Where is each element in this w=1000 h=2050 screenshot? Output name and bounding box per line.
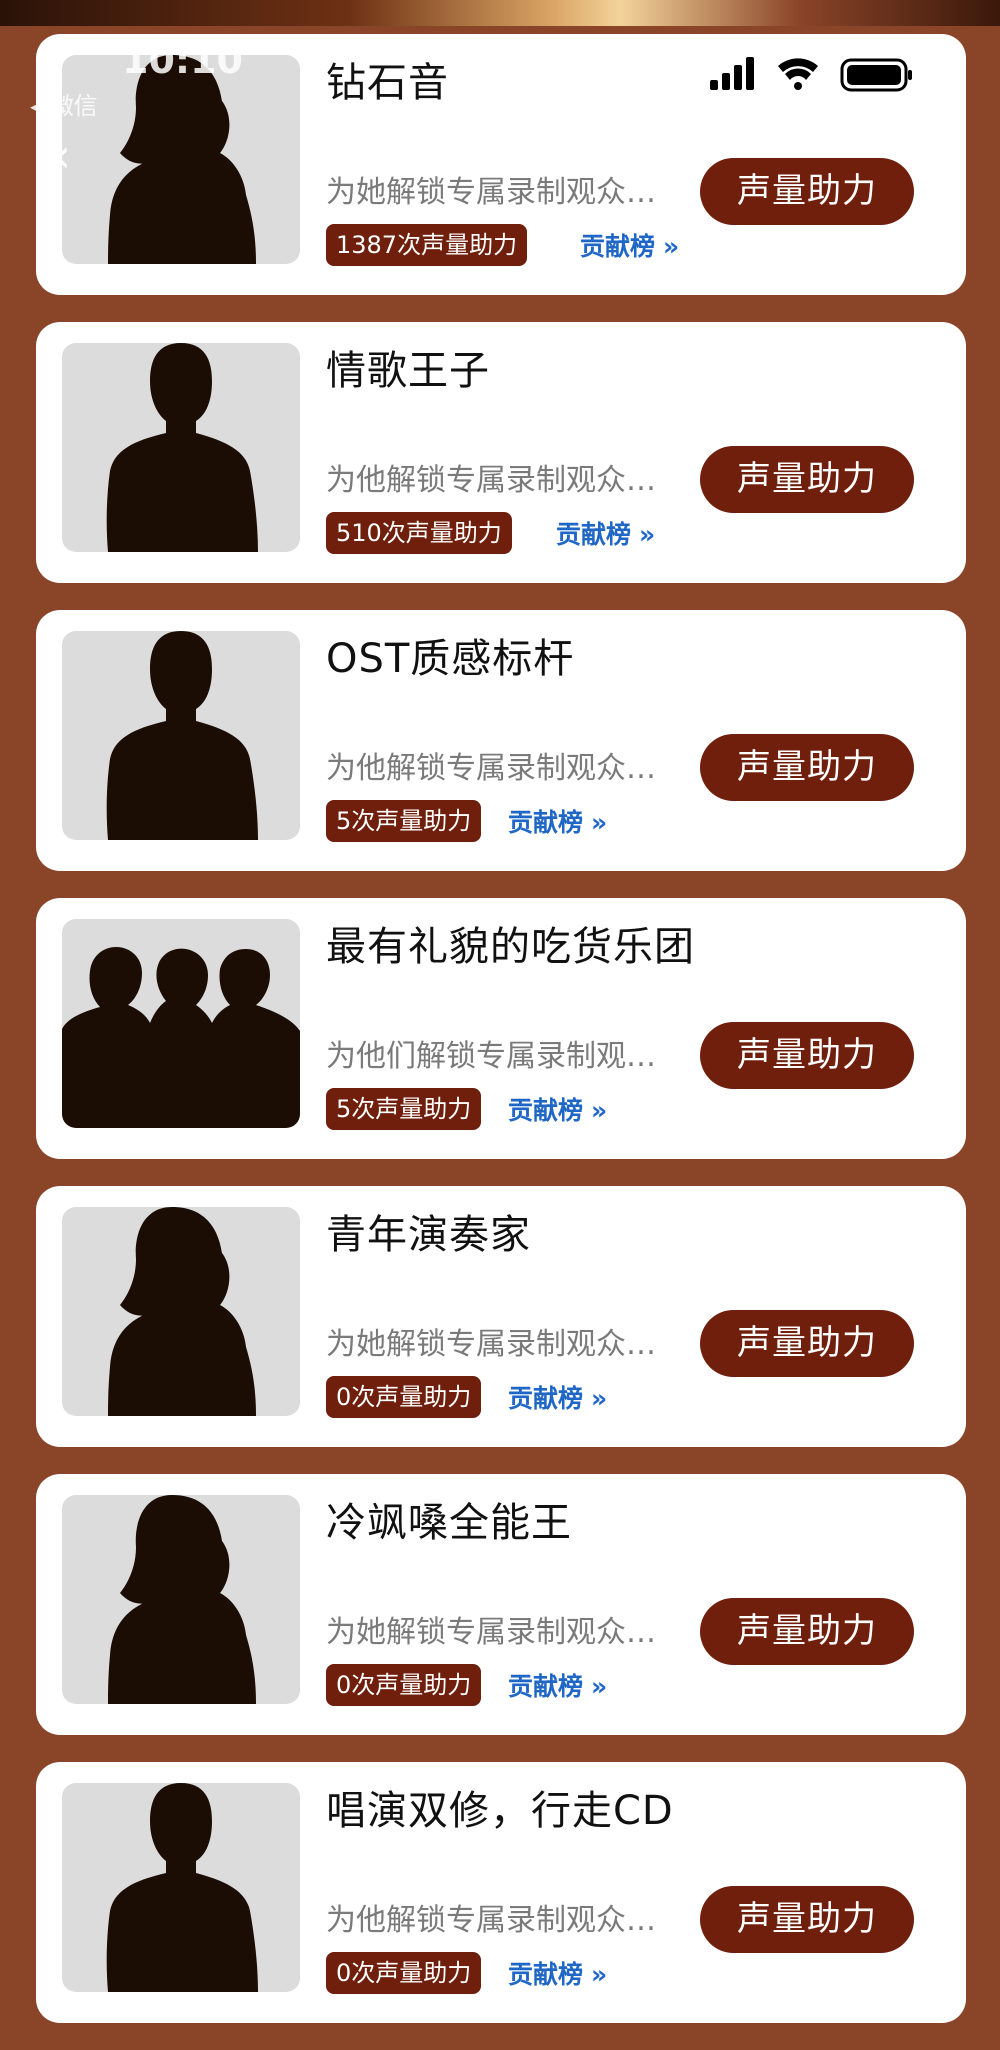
rank-link-label: 贡献榜: [508, 1960, 584, 1989]
avatar-silhouette-icon: [62, 1495, 300, 1704]
card-title: 情歌王子: [326, 348, 490, 394]
avatar-silhouette-icon: [62, 919, 300, 1128]
boost-count-badge: 5次声量助力: [326, 1088, 482, 1130]
double-chevron-right-icon: »: [591, 1960, 608, 1989]
top-glow: [0, 0, 1000, 26]
avatar-silhouette-icon: [62, 1207, 300, 1416]
double-chevron-right-icon: »: [591, 1384, 608, 1413]
rank-link-label: 贡献榜: [508, 1096, 584, 1125]
avatar-silhouette-icon: [62, 631, 300, 840]
double-chevron-right-icon: »: [591, 1096, 608, 1125]
candidate-card[interactable]: 最有礼貌的吃货乐团为他们解锁专属录制观众席位 5次声量助力 贡献榜» 声量助力: [36, 898, 966, 1159]
card-title: OST质感标杆: [326, 636, 575, 682]
contribution-rank-link[interactable]: 贡献榜»: [508, 1379, 607, 1415]
avatar-silhouette-icon: [62, 343, 300, 552]
boost-count-badge: 5次声量助力: [326, 800, 482, 842]
double-chevron-right-icon: »: [591, 808, 608, 837]
contribution-rank-link[interactable]: 贡献榜»: [508, 1955, 607, 1991]
candidate-card[interactable]: 钻石音为她解锁专属录制观众席位 1387次声量助力 贡献榜» 声量助力: [36, 34, 966, 295]
rank-link-label: 贡献榜: [508, 1384, 584, 1413]
card-description: 为他解锁专属录制观众席位: [326, 1903, 678, 1938]
card-title: 青年演奏家: [326, 1212, 531, 1258]
boost-count-badge: 510次声量助力: [326, 512, 512, 554]
double-chevron-right-icon: »: [663, 232, 680, 261]
rank-link-label: 贡献榜: [508, 1672, 584, 1701]
card-description: 为他解锁专属录制观众席位: [326, 751, 678, 786]
contribution-rank-link[interactable]: 贡献榜»: [508, 1667, 607, 1703]
card-title: 钻石音: [326, 60, 449, 106]
candidate-card[interactable]: 情歌王子为他解锁专属录制观众席位 510次声量助力 贡献榜» 声量助力: [36, 322, 966, 583]
candidate-card[interactable]: 唱演双修，行走CD 为他解锁专属录制观众席位 0次声量助力 贡献榜» 声量助力: [36, 1762, 966, 2023]
rank-link-label: 贡献榜: [508, 808, 584, 837]
card-title: 最有礼貌的吃货乐团: [326, 924, 695, 970]
boost-button[interactable]: 声量助力: [700, 734, 914, 801]
avatar-silhouette-icon: [62, 1783, 300, 1992]
boost-count-badge: 0次声量助力: [326, 1376, 482, 1418]
boost-count-badge: 0次声量助力: [326, 1952, 482, 1994]
avatar-silhouette-icon: [62, 55, 300, 264]
candidate-card[interactable]: 冷飒嗓全能王为她解锁专属录制观众席位 0次声量助力 贡献榜» 声量助力: [36, 1474, 966, 1735]
boost-button[interactable]: 声量助力: [700, 1598, 914, 1665]
contribution-rank-link[interactable]: 贡献榜»: [508, 1091, 607, 1127]
card-description: 为她解锁专属录制观众席位: [326, 1327, 678, 1362]
double-chevron-right-icon: »: [639, 520, 656, 549]
boost-button[interactable]: 声量助力: [700, 1310, 914, 1377]
card-description: 为她解锁专属录制观众席位: [326, 1615, 678, 1650]
contribution-rank-link[interactable]: 贡献榜»: [556, 515, 655, 551]
card-description: 为她解锁专属录制观众席位: [326, 175, 678, 210]
contribution-rank-link[interactable]: 贡献榜»: [580, 227, 679, 263]
boost-count-badge: 1387次声量助力: [326, 224, 528, 266]
boost-count-badge: 0次声量助力: [326, 1664, 482, 1706]
candidate-list: 钻石音 为她解锁专属录制观众席位 1387次声量助力 贡献榜» 声量助力 情歌王子 为他解锁…: [36, 34, 966, 2050]
boost-button[interactable]: 声量助力: [700, 1886, 914, 1953]
contribution-rank-link[interactable]: 贡献榜»: [508, 803, 607, 839]
card-title: 唱演双修，行走CD: [326, 1788, 674, 1834]
rank-link-label: 贡献榜: [556, 520, 632, 549]
rank-link-label: 贡献榜: [580, 232, 656, 261]
candidate-card[interactable]: OST质感标杆为他解锁专属录制观众席位 5次声量助力 贡献榜» 声量助力: [36, 610, 966, 871]
candidate-card[interactable]: 青年演奏家为她解锁专属录制观众席位 0次声量助力 贡献榜» 声量助力: [36, 1186, 966, 1447]
boost-button[interactable]: 声量助力: [700, 446, 914, 513]
card-description: 为他们解锁专属录制观众席位: [326, 1039, 678, 1074]
card-title: 冷飒嗓全能王: [326, 1500, 572, 1546]
boost-button[interactable]: 声量助力: [700, 158, 914, 225]
double-chevron-right-icon: »: [591, 1672, 608, 1701]
card-description: 为他解锁专属录制观众席位: [326, 463, 678, 498]
boost-button[interactable]: 声量助力: [700, 1022, 914, 1089]
